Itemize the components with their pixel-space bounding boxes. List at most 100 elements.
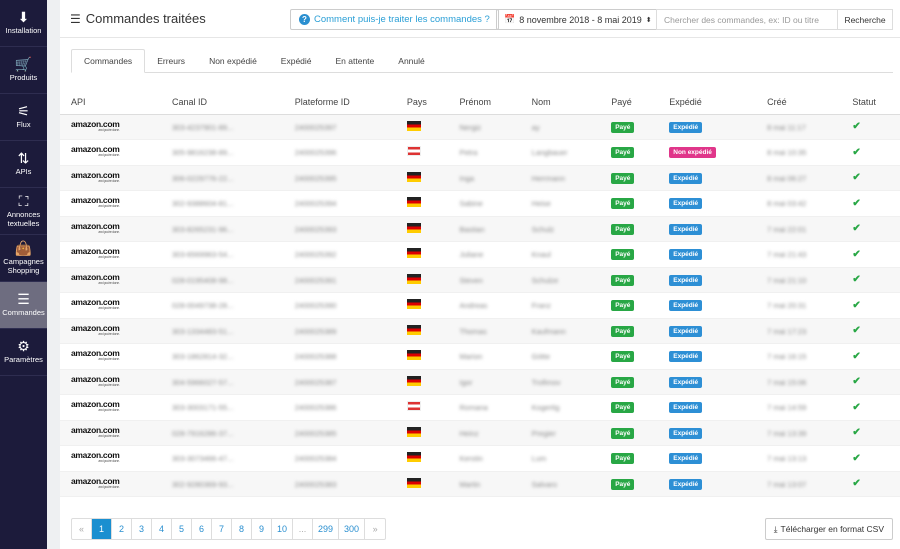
- tab-annulé[interactable]: Annulé: [386, 49, 436, 72]
- nom: Kaufmann: [531, 326, 566, 336]
- page-8[interactable]: 8: [232, 519, 252, 539]
- tab-expédié[interactable]: Expédié: [269, 49, 324, 72]
- paid-cell: Payé: [600, 343, 659, 370]
- table-row[interactable]: amazon.com and you're done. 028-7916286-37…: [60, 420, 900, 446]
- flag-de-icon: [406, 426, 421, 437]
- search-button[interactable]: Recherche: [837, 10, 892, 29]
- page-6[interactable]: 6: [192, 519, 212, 539]
- created-time: 7 mai 13:13: [767, 454, 807, 464]
- country-cell: [395, 471, 449, 497]
- question-icon: ?: [299, 14, 310, 25]
- page-300[interactable]: 300: [339, 519, 366, 539]
- table-row[interactable]: amazon.com and you're done. 305-9816238-89…: [60, 139, 900, 166]
- page-7[interactable]: 7: [212, 519, 232, 539]
- sidebar-item-paramètres[interactable]: ⚙ Paramètres: [0, 329, 47, 376]
- table-row[interactable]: amazon.com and you're done. 303-3073466-47…: [60, 445, 900, 472]
- sidebar-item-apis[interactable]: ⇅ APIs: [0, 141, 47, 188]
- amazon-logo: amazon.com and you're done.: [71, 144, 120, 158]
- sidebar-item-produits[interactable]: 🛒 Produits: [0, 47, 47, 94]
- created-cell: 7 mai 21:43: [756, 241, 842, 268]
- column-header[interactable]: Prénom: [448, 90, 521, 115]
- column-header[interactable]: Pays: [395, 90, 449, 115]
- table-row[interactable]: amazon.com and you're done. 303-3003171-55…: [60, 394, 900, 421]
- table-row[interactable]: amazon.com and you're done. 302-9280369-93…: [60, 471, 900, 497]
- canal-id: 303-6569963-54...: [172, 250, 234, 260]
- column-header[interactable]: Nom: [520, 90, 601, 115]
- paid-badge: Payé: [611, 351, 635, 363]
- cell-prenom: Heinz: [448, 420, 521, 446]
- column-header[interactable]: Canal ID: [161, 90, 284, 115]
- sidebar-item-commandes[interactable]: ☰ Commandes: [0, 282, 47, 329]
- table-row[interactable]: amazon.com and you're done. 028-0049738-28…: [60, 292, 900, 319]
- sidebar-item-installation[interactable]: ⬇ Installation: [0, 0, 47, 47]
- canal-id: 302-9280369-93...: [172, 479, 234, 489]
- table-row[interactable]: amazon.com and you're done. 303-6569963-54…: [60, 241, 900, 268]
- search-input[interactable]: [657, 10, 837, 29]
- cell-nom: Heise: [520, 190, 601, 217]
- canal-id: 028-0195408-98...: [172, 275, 234, 285]
- tab-non-expédié[interactable]: Non expédié: [197, 49, 269, 72]
- page-3[interactable]: 3: [132, 519, 152, 539]
- page-5[interactable]: 5: [172, 519, 192, 539]
- column-header[interactable]: Statut: [841, 90, 900, 115]
- paid-badge: Payé: [611, 223, 635, 235]
- tab-commandes[interactable]: Commandes: [71, 49, 146, 73]
- column-header[interactable]: Expédié: [658, 90, 757, 115]
- shipped-cell: Expédié: [658, 369, 757, 395]
- table-row[interactable]: amazon.com and you're done. 303-1334483-51…: [60, 318, 900, 344]
- plateforme-id: 2400025389: [294, 326, 337, 336]
- cell-plateforme: 2400025384: [283, 445, 396, 472]
- table-row[interactable]: amazon.com and you're done. 306-0229776-22…: [60, 165, 900, 191]
- page-10[interactable]: 10: [272, 519, 294, 539]
- cell-canal: 303-4237901-89...: [161, 114, 284, 140]
- sidebar-item-campagnes[interactable]: 👜 Campagnes Shopping: [0, 235, 47, 282]
- date-range-picker[interactable]: 📅 8 novembre 2018 - 8 mai 2019 ⬍: [496, 9, 660, 30]
- amazon-logo: amazon.com and you're done.: [71, 373, 120, 387]
- tab-erreurs[interactable]: Erreurs: [145, 49, 197, 72]
- sidebar-item-flux[interactable]: ⚟ Flux: [0, 94, 47, 141]
- table-row[interactable]: amazon.com and you're done. 302-9388604-81…: [60, 190, 900, 217]
- column-header[interactable]: Créé: [756, 90, 842, 115]
- cell-canal: 303-1334483-51...: [161, 318, 284, 344]
- flag-at-icon: [406, 146, 421, 157]
- cell-canal: 028-7916286-37...: [161, 420, 284, 446]
- column-header[interactable]: Payé: [600, 90, 659, 115]
- cell-nom: Salvaro: [520, 471, 601, 497]
- prenom: Steven: [459, 275, 483, 285]
- page-299[interactable]: 299: [313, 519, 340, 539]
- page-2[interactable]: 2: [112, 519, 132, 539]
- table-row[interactable]: amazon.com and you're done. 028-0195408-98…: [60, 267, 900, 293]
- cell-canal: 302-9280369-93...: [161, 471, 284, 497]
- shipping-badge: Expédié: [669, 453, 703, 465]
- sidebar-item-label: Commandes: [2, 308, 45, 318]
- cell-canal: 306-0229776-22...: [161, 165, 284, 191]
- paid-cell: Payé: [600, 139, 659, 166]
- table-row[interactable]: amazon.com and you're done. 303-4237901-89…: [60, 114, 900, 140]
- cell-canal: 303-3003171-55...: [161, 394, 284, 421]
- table-row[interactable]: amazon.com and you're done. 304-5966027-57…: [60, 369, 900, 395]
- paid-badge: Payé: [611, 376, 635, 388]
- prenom: Juliane: [459, 250, 484, 260]
- status-cell: ✔: [841, 114, 900, 140]
- country-cell: [395, 318, 449, 344]
- created-time: 7 mai 15:06: [767, 377, 807, 387]
- page-4[interactable]: 4: [152, 519, 172, 539]
- prenom: Heinz: [459, 428, 479, 438]
- prenom: Andreas: [459, 301, 488, 311]
- pagination-prev[interactable]: «: [72, 519, 92, 539]
- column-header[interactable]: Plateforme ID: [283, 90, 396, 115]
- page-title: ☰ Commandes traitées: [70, 11, 206, 26]
- pagination-next[interactable]: »: [365, 519, 385, 539]
- help-button[interactable]: ? Comment puis-je traiter les commandes …: [290, 9, 499, 30]
- table-row[interactable]: amazon.com and you're done. 303-1862814-32…: [60, 343, 900, 370]
- cell-plateforme: 2400025386: [283, 394, 396, 421]
- column-header[interactable]: API: [60, 90, 161, 115]
- check-icon: ✔: [852, 172, 861, 184]
- api-cell: amazon.com and you're done.: [60, 114, 161, 140]
- sidebar-item-annonces[interactable]: ⛶ Annonces textuelles: [0, 188, 47, 235]
- page-1[interactable]: 1: [92, 519, 112, 539]
- page-9[interactable]: 9: [252, 519, 272, 539]
- tab-en-attente[interactable]: En attente: [324, 49, 387, 72]
- download-csv-button[interactable]: ⤓ Télécharger en format CSV: [764, 518, 893, 540]
- table-row[interactable]: amazon.com and you're done. 303-8265231-96…: [60, 216, 900, 242]
